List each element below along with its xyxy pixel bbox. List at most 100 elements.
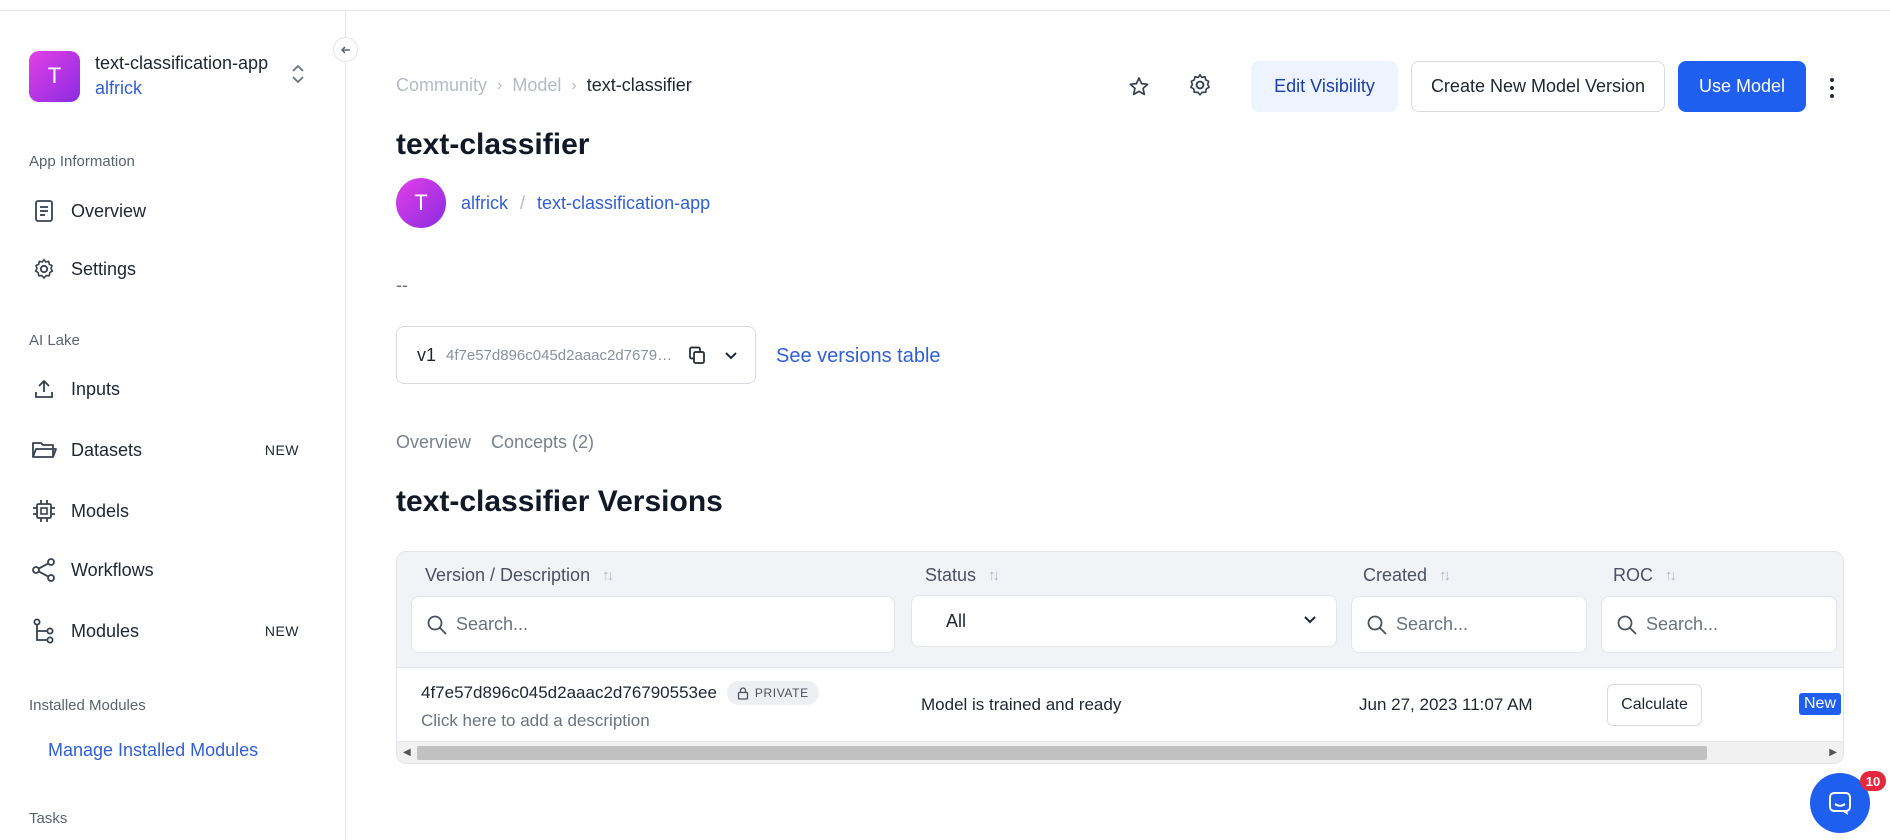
section-label-tasks: Tasks: [29, 810, 68, 827]
column-label: ROC: [1613, 565, 1653, 585]
chevron-up-down-icon[interactable]: [291, 63, 305, 86]
status-filter-value: All: [946, 610, 967, 631]
app-link[interactable]: text-classification-app: [537, 193, 710, 214]
created-search-input[interactable]: Search...: [1351, 596, 1587, 653]
edit-visibility-button[interactable]: Edit Visibility: [1251, 61, 1398, 112]
sidebar-item-label: Settings: [71, 258, 137, 279]
chevron-down-icon[interactable]: [718, 342, 744, 368]
folder-icon: [29, 435, 59, 465]
lock-icon: [737, 686, 749, 700]
sidebar-item-label: Modules: [71, 620, 140, 641]
chevron-down-icon: [1302, 611, 1318, 632]
column-header-roc[interactable]: ROC ↑↓: [1613, 565, 1677, 586]
notification-count-badge: 10: [1860, 771, 1886, 791]
scroll-left-icon[interactable]: ◀: [403, 747, 411, 758]
sidebar: T text-classification-app alfrick App In…: [0, 11, 346, 840]
sort-icon[interactable]: ↑↓: [988, 567, 1000, 584]
sidebar-item-models[interactable]: Models: [29, 491, 309, 531]
sidebar-item-inputs[interactable]: Inputs: [29, 369, 309, 409]
versions-table: Version / Description ↑↓ Status ↑↓ Creat…: [396, 551, 1844, 764]
new-badge: NEW: [264, 442, 299, 458]
search-placeholder: Search...: [456, 614, 529, 634]
star-button[interactable]: [1122, 70, 1156, 104]
column-label: Status: [925, 565, 977, 585]
scroll-right-icon[interactable]: ▶: [1829, 747, 1837, 758]
sidebar-item-datasets[interactable]: Datasets NEW: [29, 430, 309, 470]
search-icon: [1366, 614, 1388, 636]
copy-icon[interactable]: [684, 342, 710, 368]
tab-concepts[interactable]: Concepts (2): [491, 432, 594, 453]
app-name: text-classification-app: [95, 53, 269, 73]
sidebar-item-label: Overview: [71, 200, 147, 221]
sidebar-item-modules[interactable]: Modules NEW: [29, 611, 309, 651]
share-nodes-icon: [29, 555, 59, 585]
version-search-input[interactable]: Search...: [411, 596, 895, 653]
app-avatar: T: [29, 50, 80, 102]
arrow-left-icon: [340, 45, 350, 54]
chevron-right-icon: ›: [571, 76, 577, 94]
model-settings-button[interactable]: [1183, 68, 1217, 102]
cpu-chip-icon: [29, 496, 59, 526]
status-badge: PRIVATE: [726, 681, 819, 705]
sidebar-item-workflows[interactable]: Workflows: [29, 550, 309, 590]
app-user-link[interactable]: alfrick: [95, 78, 268, 99]
see-versions-table-link[interactable]: See versions table: [776, 345, 941, 368]
column-header-status[interactable]: Status ↑↓: [925, 565, 1000, 586]
sort-icon[interactable]: ↑↓: [602, 567, 614, 584]
use-model-button[interactable]: Use Model: [1678, 61, 1806, 112]
document-icon: [29, 196, 59, 226]
collapse-sidebar-button[interactable]: [333, 37, 358, 62]
breadcrumb-current: text-classifier: [586, 75, 692, 95]
roc-search-input[interactable]: Search...: [1601, 596, 1837, 653]
versions-title: text-classifier Versions: [396, 485, 723, 518]
version-hash: 4f7e57d896c045d2aaac2d76790553ee: [446, 346, 674, 364]
version-select[interactable]: v1 4f7e57d896c045d2aaac2d76790553ee: [396, 326, 756, 384]
sort-icon[interactable]: ↑↓: [1665, 567, 1677, 584]
gear-icon: [29, 254, 59, 284]
app-info: text-classification-app alfrick: [95, 53, 268, 99]
scrollbar-thumb[interactable]: [417, 746, 1707, 760]
breadcrumb-community[interactable]: Community: [396, 75, 487, 96]
calculate-roc-button[interactable]: Calculate: [1607, 684, 1702, 726]
status-filter-select[interactable]: All: [911, 595, 1337, 647]
table-row[interactable]: 4f7e57d896c045d2aaac2d76790553ee PRIVATE…: [397, 669, 1843, 741]
column-header-version[interactable]: Version / Description ↑↓: [425, 565, 614, 586]
sidebar-item-overview[interactable]: Overview: [29, 191, 309, 231]
top-border: [0, 0, 1890, 11]
section-label-ai-lake: AI Lake: [29, 332, 80, 349]
more-options-icon[interactable]: [1822, 72, 1842, 104]
version-hash[interactable]: 4f7e57d896c045d2aaac2d76790553ee: [421, 683, 717, 703]
sidebar-item-settings[interactable]: Settings: [29, 249, 309, 289]
owner-link[interactable]: alfrick: [461, 193, 508, 214]
search-placeholder: Search...: [1646, 614, 1719, 634]
breadcrumb: Community › Model › text-classifier: [396, 75, 692, 96]
search-icon: [1616, 614, 1638, 636]
sidebar-item-label: Models: [71, 500, 130, 521]
owner-row: T alfrick / text-classification-app: [396, 178, 710, 228]
version-tag: v1: [417, 344, 437, 365]
sort-icon[interactable]: ↑↓: [1439, 567, 1451, 584]
avatar: T: [396, 178, 446, 228]
section-label-installed-modules: Installed Modules: [29, 697, 146, 714]
create-new-model-version-button[interactable]: Create New Model Version: [1411, 61, 1665, 112]
column-label: Version / Description: [425, 565, 591, 585]
page-title: text-classifier: [396, 128, 590, 161]
upload-icon: [29, 374, 59, 404]
module-tree-icon: [29, 616, 59, 646]
new-badge: NEW: [264, 623, 299, 639]
sidebar-item-label: Datasets: [71, 439, 143, 460]
visibility-label: PRIVATE: [754, 686, 809, 700]
sidebar-item-label: Workflows: [71, 559, 154, 580]
model-description[interactable]: --: [396, 275, 408, 296]
horizontal-scrollbar[interactable]: ◀ ▶: [397, 741, 1843, 763]
new-badge: New: [1799, 693, 1842, 715]
tab-overview[interactable]: Overview: [396, 432, 471, 453]
add-description-field[interactable]: Click here to add a description: [421, 711, 650, 731]
search-placeholder: Search...: [1396, 614, 1469, 634]
status-cell: Model is trained and ready: [921, 695, 1122, 714]
breadcrumb-model[interactable]: Model: [512, 75, 561, 96]
app-switcher[interactable]: T text-classification-app alfrick: [29, 50, 319, 102]
table-header: Version / Description ↑↓ Status ↑↓ Creat…: [397, 552, 1843, 668]
column-header-created[interactable]: Created ↑↓: [1363, 565, 1451, 586]
manage-installed-modules-link[interactable]: Manage Installed Modules: [48, 740, 258, 761]
